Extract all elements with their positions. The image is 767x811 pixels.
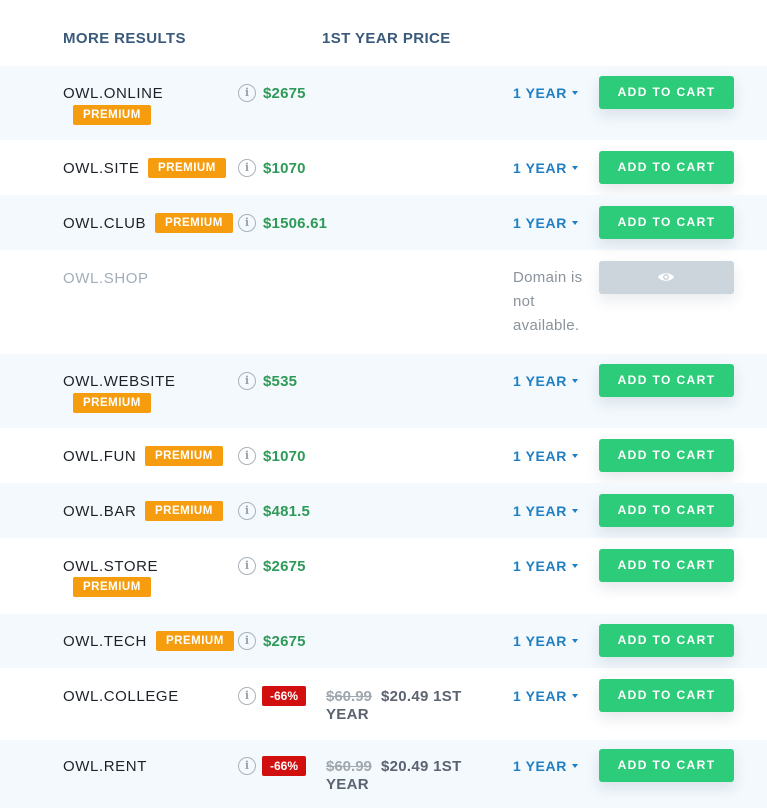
info-icon[interactable]: i [238, 687, 256, 705]
domain-name: OWL.CLUB [63, 215, 147, 232]
caret-down-icon [571, 639, 578, 644]
period-label: 1 YEAR [513, 688, 567, 704]
caret-down-icon [571, 509, 578, 514]
caret-down-icon [571, 764, 578, 769]
price: $1070 [263, 160, 306, 177]
add-to-cart-button[interactable]: ADD TO CART [599, 364, 734, 397]
discount-badge: -66% [262, 686, 307, 706]
add-to-cart-button[interactable]: ADD TO CART [599, 206, 734, 239]
caret-down-icon [571, 454, 578, 459]
results-header: MORE RESULTS 1ST YEAR PRICE [0, 0, 767, 66]
period-label: 1 YEAR [513, 758, 567, 774]
premium-badge: PREMIUM [155, 213, 233, 233]
info-icon[interactable]: i [238, 159, 256, 177]
caret-down-icon [571, 91, 578, 96]
info-icon[interactable]: i [238, 372, 256, 390]
domain-name: OWL.COLLEGE [63, 688, 179, 705]
domain-name: OWL.SITE [63, 160, 140, 177]
eye-icon [658, 273, 674, 281]
period-dropdown[interactable]: 1 YEAR [513, 558, 578, 574]
period-dropdown[interactable]: 1 YEAR [513, 373, 578, 389]
info-icon[interactable]: i [238, 214, 256, 232]
period-label: 1 YEAR [513, 503, 567, 519]
period-dropdown[interactable]: 1 YEAR [513, 633, 578, 649]
period-dropdown[interactable]: 1 YEAR [513, 503, 578, 519]
table-row: OWL.WEBSITE PREMIUM i $535 1 YEAR ADD TO… [0, 354, 767, 428]
add-to-cart-button[interactable]: ADD TO CART [599, 679, 734, 712]
add-to-cart-button[interactable]: ADD TO CART [599, 494, 734, 527]
period-label: 1 YEAR [513, 633, 567, 649]
period-dropdown[interactable]: 1 YEAR [513, 215, 578, 231]
price: $481.5 [263, 503, 311, 520]
add-to-cart-button[interactable]: ADD TO CART [599, 151, 734, 184]
period-dropdown[interactable]: 1 YEAR [513, 85, 578, 101]
domain-name: OWL.SHOP [63, 270, 149, 287]
table-row: OWL.SITE PREMIUM i $1070 1 YEAR ADD TO C… [0, 140, 767, 195]
info-icon[interactable]: i [238, 84, 256, 102]
add-to-cart-button[interactable]: ADD TO CART [599, 549, 734, 582]
caret-down-icon [571, 379, 578, 384]
period-label: 1 YEAR [513, 215, 567, 231]
premium-badge: PREMIUM [148, 158, 226, 178]
unavailable-message: Domain is not available. [513, 269, 583, 334]
period-dropdown[interactable]: 1 YEAR [513, 758, 578, 774]
view-domain-button[interactable] [599, 261, 734, 294]
premium-badge: PREMIUM [73, 577, 151, 597]
premium-badge: PREMIUM [145, 501, 223, 521]
domain-name: OWL.ONLINE [63, 85, 164, 102]
table-row: OWL.RENT i -66% $60.99 $20.49 1ST YEAR 1… [0, 740, 767, 808]
domain-name: OWL.STORE [63, 558, 159, 575]
price: $2675 [263, 558, 306, 575]
info-icon[interactable]: i [238, 757, 256, 775]
price: $2675 [263, 85, 306, 102]
new-price: $20.49 1ST YEAR [326, 688, 462, 723]
domain-name: OWL.TECH [63, 633, 147, 650]
info-icon[interactable]: i [238, 557, 256, 575]
domain-name: OWL.RENT [63, 758, 147, 775]
price: $1070 [263, 448, 306, 465]
caret-down-icon [571, 564, 578, 569]
domain-name: OWL.BAR [63, 503, 137, 520]
column-header-more-results: MORE RESULTS [63, 30, 186, 47]
info-icon[interactable]: i [238, 502, 256, 520]
period-dropdown[interactable]: 1 YEAR [513, 160, 578, 176]
period-label: 1 YEAR [513, 448, 567, 464]
period-dropdown[interactable]: 1 YEAR [513, 688, 578, 704]
info-icon[interactable]: i [238, 632, 256, 650]
caret-down-icon [571, 166, 578, 171]
table-row: OWL.TECH PREMIUM i $2675 1 YEAR ADD TO C… [0, 614, 767, 668]
discount-badge: -66% [262, 756, 307, 776]
premium-badge: PREMIUM [73, 393, 151, 413]
caret-down-icon [571, 221, 578, 226]
premium-badge: PREMIUM [73, 105, 151, 125]
price: $1506.61 [263, 215, 328, 232]
price: $535 [263, 373, 298, 390]
period-label: 1 YEAR [513, 160, 567, 176]
new-price: $20.49 1ST YEAR [326, 758, 462, 793]
info-icon[interactable]: i [238, 447, 256, 465]
domain-name: OWL.FUN [63, 448, 137, 465]
add-to-cart-button[interactable]: ADD TO CART [599, 749, 734, 782]
table-row: OWL.FUN PREMIUM i $1070 1 YEAR ADD TO CA… [0, 428, 767, 483]
period-label: 1 YEAR [513, 373, 567, 389]
period-label: 1 YEAR [513, 558, 567, 574]
add-to-cart-button[interactable]: ADD TO CART [599, 76, 734, 109]
price: $2675 [263, 633, 306, 650]
period-label: 1 YEAR [513, 85, 567, 101]
table-row: OWL.COLLEGE i -66% $60.99 $20.49 1ST YEA… [0, 668, 767, 740]
table-row: OWL.STORE PREMIUM i $2675 1 YEAR ADD TO … [0, 538, 767, 614]
table-row: OWL.ONLINE PREMIUM i $2675 1 YEAR ADD TO… [0, 66, 767, 140]
premium-badge: PREMIUM [156, 631, 234, 651]
add-to-cart-button[interactable]: ADD TO CART [599, 624, 734, 657]
domain-name: OWL.WEBSITE [63, 373, 176, 390]
period-dropdown[interactable]: 1 YEAR [513, 448, 578, 464]
table-row: OWL.CLUB PREMIUM i $1506.61 1 YEAR ADD T… [0, 195, 767, 250]
caret-down-icon [571, 694, 578, 699]
column-header-first-year-price: 1ST YEAR PRICE [322, 30, 451, 47]
table-row: OWL.BAR PREMIUM i $481.5 1 YEAR ADD TO C… [0, 483, 767, 538]
premium-badge: PREMIUM [145, 446, 223, 466]
table-row: OWL.SHOP Domain is not available. [0, 250, 767, 354]
add-to-cart-button[interactable]: ADD TO CART [599, 439, 734, 472]
